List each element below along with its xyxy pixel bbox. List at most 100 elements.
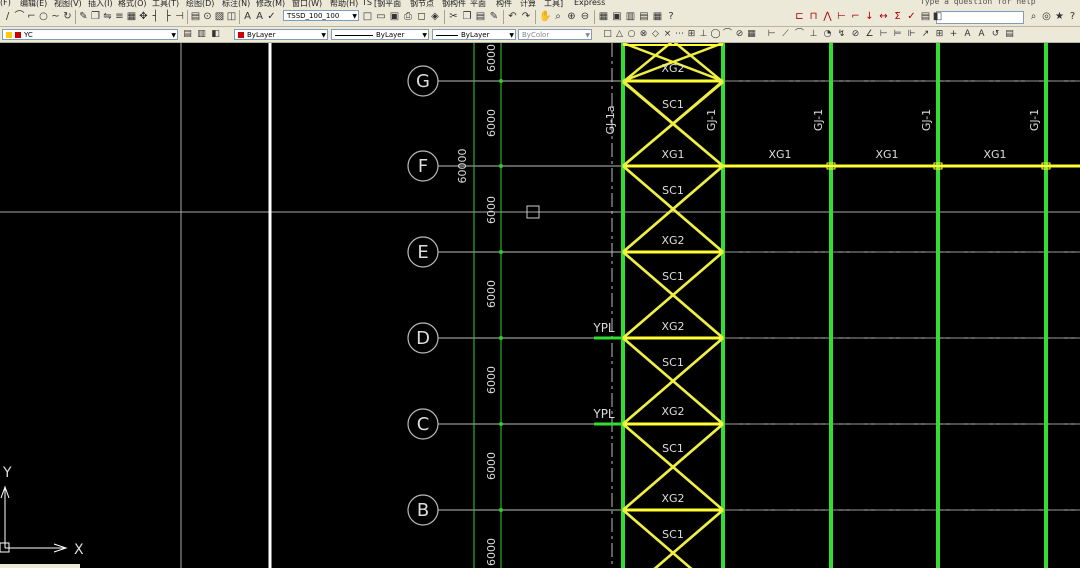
dim-tedit-icon[interactable]: A: [976, 29, 987, 40]
dim-tol-icon[interactable]: ⊞: [934, 29, 945, 40]
dim-jog-icon[interactable]: ↯: [836, 29, 847, 40]
menu-item[interactable]: 平面: [470, 0, 486, 8]
text-style-combo[interactable]: TSSD_100_100 ▼: [283, 10, 359, 21]
osnap-center-icon[interactable]: ○: [626, 29, 637, 40]
array-icon[interactable]: ▦: [126, 11, 137, 22]
circle-icon[interactable]: ○: [38, 11, 49, 22]
style-icon[interactable]: ✓: [266, 11, 277, 22]
ts-brace-icon[interactable]: ⋀: [822, 11, 833, 22]
dim-ord-icon[interactable]: ⊥: [808, 29, 819, 40]
properties-icon[interactable]: ▦: [598, 11, 609, 22]
comm-center-icon[interactable]: ◎: [1041, 11, 1052, 22]
osnap-endpoint-icon[interactable]: □: [602, 29, 613, 40]
drawing-canvas[interactable]: G F E D C B 60000 6000 6000 6000 6000 6000 6000 6000 X…: [0, 43, 1080, 568]
dim-style-icon[interactable]: ▤: [1004, 29, 1015, 40]
help-button-icon[interactable]: ?: [1067, 11, 1078, 22]
dim-dia-icon[interactable]: ⊘: [850, 29, 861, 40]
copy-icon[interactable]: ❐: [90, 11, 101, 22]
menu-item[interactable]: 格式(O): [118, 0, 147, 8]
ts-tag-icon[interactable]: ⌐: [850, 11, 861, 22]
ts-beam-icon[interactable]: ⊏: [794, 11, 805, 22]
revcloud-icon[interactable]: ~: [50, 11, 61, 22]
ts-load-icon[interactable]: ↓: [864, 11, 875, 22]
ts-check-icon[interactable]: ✓: [906, 11, 917, 22]
make-current-icon[interactable]: ◧: [210, 29, 221, 40]
osnap-mid-icon[interactable]: △: [614, 29, 625, 40]
linetype-combo[interactable]: ByLayer ▼: [331, 29, 429, 40]
arc-icon[interactable]: ⌒: [14, 11, 25, 22]
osnap-quad-icon[interactable]: ◇: [650, 29, 661, 40]
help-question-box[interactable]: Type a question for help: [920, 0, 1036, 6]
dim-radius-icon[interactable]: ◔: [822, 29, 833, 40]
zoom-window-icon[interactable]: ⊕: [566, 11, 577, 22]
move-icon[interactable]: ✥: [138, 11, 149, 22]
layer-state-icon[interactable]: ▥: [196, 29, 207, 40]
new-icon[interactable]: □: [362, 11, 373, 22]
offset-icon[interactable]: ≡: [114, 11, 125, 22]
rotate-icon[interactable]: ↻: [62, 11, 73, 22]
dim-center-icon[interactable]: +: [948, 29, 959, 40]
paste-icon[interactable]: ▤: [475, 11, 486, 22]
open-icon[interactable]: ▭: [376, 11, 387, 22]
menu-item[interactable]: 编辑(E): [20, 0, 47, 8]
menu-item[interactable]: [钢平面: [374, 0, 401, 8]
menu-item[interactable]: 工具(T): [152, 0, 179, 8]
dim-aligned-icon[interactable]: ⟋: [780, 29, 791, 40]
matchprop-icon[interactable]: ✎: [489, 11, 500, 22]
trim-icon[interactable]: ┤: [150, 11, 161, 22]
ts-node-icon[interactable]: ⊢: [836, 11, 847, 22]
break-icon[interactable]: ⊣: [174, 11, 185, 22]
mtext-icon[interactable]: A: [254, 11, 265, 22]
line-icon[interactable]: /: [2, 11, 13, 22]
dim-angle-icon[interactable]: ∠: [864, 29, 875, 40]
dim-edit-icon[interactable]: A: [962, 29, 973, 40]
layer-manager-icon[interactable]: ▤: [182, 29, 193, 40]
layer-prev-icon[interactable]: ◧: [932, 11, 943, 22]
cut-icon[interactable]: ✂: [448, 11, 459, 22]
hatch-icon[interactable]: ▧: [214, 11, 225, 22]
menu-item[interactable]: 钢节点: [410, 0, 434, 8]
help-icon[interactable]: ?: [666, 11, 677, 22]
plotstyle-combo[interactable]: ByColor ▼: [518, 29, 592, 40]
menu-item[interactable]: 标注(N): [222, 0, 250, 8]
menu-item[interactable]: 视图(V): [54, 0, 82, 8]
dim-base-icon[interactable]: ⊨: [892, 29, 903, 40]
menu-item[interactable]: 绘图(D): [186, 0, 214, 8]
point-icon[interactable]: ⊙: [202, 11, 213, 22]
ts-col-icon[interactable]: ⊓: [808, 11, 819, 22]
osnap-near-icon[interactable]: ⌒: [722, 29, 733, 40]
preview-icon[interactable]: ◻: [416, 11, 427, 22]
save-icon[interactable]: ▣: [389, 11, 400, 22]
osnap-perp-icon[interactable]: ⊥: [698, 29, 709, 40]
menu-item[interactable]: 窗口(W): [292, 0, 322, 8]
toolpalette-icon[interactable]: ▥: [625, 11, 636, 22]
osnap-ext-icon[interactable]: ⋯: [674, 29, 685, 40]
zoom-prev-icon[interactable]: ⊖: [580, 11, 591, 22]
osnap-ins-icon[interactable]: ⊞: [686, 29, 697, 40]
dim-linear-icon[interactable]: ⊢: [766, 29, 777, 40]
undo-icon[interactable]: ↶: [507, 11, 518, 22]
help-search-input[interactable]: [936, 11, 1024, 24]
dim-quick-icon[interactable]: ⊢: [878, 29, 889, 40]
table-icon[interactable]: ▤: [190, 11, 201, 22]
osnap-settings-icon[interactable]: ▦: [746, 29, 757, 40]
ts-calc-icon[interactable]: Σ: [892, 11, 903, 22]
favorites-icon[interactable]: ★: [1054, 11, 1065, 22]
lineweight-combo[interactable]: ByLayer ▼: [432, 29, 516, 40]
mirror-icon[interactable]: ⇋: [102, 11, 113, 22]
osnap-int-icon[interactable]: ×: [662, 29, 673, 40]
dim-cont-icon[interactable]: ⊩: [906, 29, 917, 40]
menu-item[interactable]: Express: [574, 0, 605, 7]
pan-icon[interactable]: ✋: [539, 11, 551, 22]
menu-item[interactable]: TS: [362, 0, 372, 7]
osnap-node-icon[interactable]: ⊗: [638, 29, 649, 40]
print-icon[interactable]: ⎙: [403, 11, 414, 22]
menu-item[interactable]: 修改(M): [256, 0, 285, 8]
text-icon[interactable]: A: [242, 11, 253, 22]
menu-item[interactable]: 构件: [496, 0, 512, 8]
ts-dim-icon[interactable]: ↔: [878, 11, 889, 22]
color-combo[interactable]: ByLayer ▼: [234, 29, 328, 40]
region-icon[interactable]: ◫: [226, 11, 237, 22]
polyline-icon[interactable]: ⌐: [26, 11, 37, 22]
search-icon[interactable]: ⌕: [1028, 11, 1039, 22]
